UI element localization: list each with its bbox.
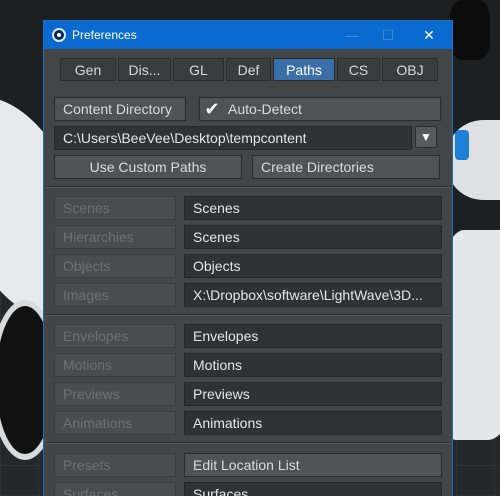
presets-label: Presets xyxy=(54,453,176,477)
motions-path-input[interactable]: Motions xyxy=(184,353,442,377)
window-title: Preferences xyxy=(72,28,137,42)
content-directory-row: Content Directory ✔ Auto-Detect xyxy=(54,97,441,121)
surfaces-path-input[interactable]: Surfaces xyxy=(184,482,442,496)
objects-path-input[interactable]: Objects xyxy=(184,254,442,278)
path-row-scenes: Scenes Scenes xyxy=(54,196,442,220)
use-custom-paths-button[interactable]: Use Custom Paths xyxy=(54,155,242,179)
minimize-button[interactable]: — xyxy=(334,21,370,49)
envelopes-label: Envelopes xyxy=(54,324,176,348)
tab-paths[interactable]: Paths xyxy=(273,58,335,81)
previews-label: Previews xyxy=(54,382,176,406)
tab-bar: Gen Dis... GL Def Paths CS OBJ xyxy=(60,58,440,81)
path-row-hierarchies: Hierarchies Scenes xyxy=(54,225,442,249)
check-icon: ✔ xyxy=(204,98,220,119)
objects-label: Objects xyxy=(54,254,176,278)
viewport-model-part xyxy=(455,130,469,160)
path-row: C:\Users\BeeVee\Desktop\tempcontent ▼ xyxy=(54,126,437,150)
hierarchies-path-input[interactable]: Scenes xyxy=(184,225,442,249)
envelopes-path-input[interactable]: Envelopes xyxy=(184,324,442,348)
content-directory-path-input[interactable]: C:\Users\BeeVee\Desktop\tempcontent xyxy=(54,126,412,150)
surfaces-label: Surfaces xyxy=(54,482,176,496)
path-row-presets: Presets Edit Location List xyxy=(54,453,442,477)
path-actions-row: Use Custom Paths Create Directories xyxy=(54,155,440,179)
previews-path-input[interactable]: Previews xyxy=(184,382,442,406)
animations-path-input[interactable]: Animations xyxy=(184,411,442,435)
motions-label: Motions xyxy=(54,353,176,377)
tab-gl[interactable]: GL xyxy=(173,58,224,81)
path-row-envelopes: Envelopes Envelopes xyxy=(54,324,442,348)
tab-obj[interactable]: OBJ xyxy=(382,58,438,81)
divider xyxy=(44,186,452,188)
path-row-images: Images X:\Dropbox\software\LightWave\3D.… xyxy=(54,283,442,307)
lightwave-icon xyxy=(52,28,66,42)
close-button[interactable]: ✕ xyxy=(406,21,452,49)
divider xyxy=(44,314,452,316)
edit-location-list-button[interactable]: Edit Location List xyxy=(184,453,442,477)
path-row-animations: Animations Animations xyxy=(54,411,442,435)
maximize-button[interactable]: ☐ xyxy=(370,21,406,49)
tab-display[interactable]: Dis... xyxy=(118,58,171,81)
path-row-surfaces: Surfaces Surfaces xyxy=(54,482,442,496)
chevron-down-icon[interactable]: ▼ xyxy=(415,126,437,148)
title-bar[interactable]: Preferences — ☐ ✕ xyxy=(44,21,452,49)
scenes-path-input[interactable]: Scenes xyxy=(184,196,442,220)
preferences-window: Preferences — ☐ ✕ Gen Dis... GL Def Path… xyxy=(43,20,453,496)
path-row-previews: Previews Previews xyxy=(54,382,442,406)
create-directories-button[interactable]: Create Directories xyxy=(252,155,440,179)
images-label: Images xyxy=(54,283,176,307)
hierarchies-label: Hierarchies xyxy=(54,225,176,249)
animations-label: Animations xyxy=(54,411,176,435)
tab-gen[interactable]: Gen xyxy=(60,58,116,81)
path-row-objects: Objects Objects xyxy=(54,254,442,278)
scenes-label: Scenes xyxy=(54,196,176,220)
path-row-motions: Motions Motions xyxy=(54,353,442,377)
content-directory-button[interactable]: Content Directory xyxy=(54,97,186,121)
images-path-input[interactable]: X:\Dropbox\software\LightWave\3D... xyxy=(184,283,442,307)
viewport-model-part xyxy=(450,0,490,60)
divider xyxy=(44,442,452,444)
auto-detect-label: Auto-Detect xyxy=(228,101,302,117)
tab-def[interactable]: Def xyxy=(226,58,271,81)
tab-cs[interactable]: CS xyxy=(337,58,380,81)
auto-detect-toggle[interactable]: ✔ Auto-Detect xyxy=(199,97,441,121)
